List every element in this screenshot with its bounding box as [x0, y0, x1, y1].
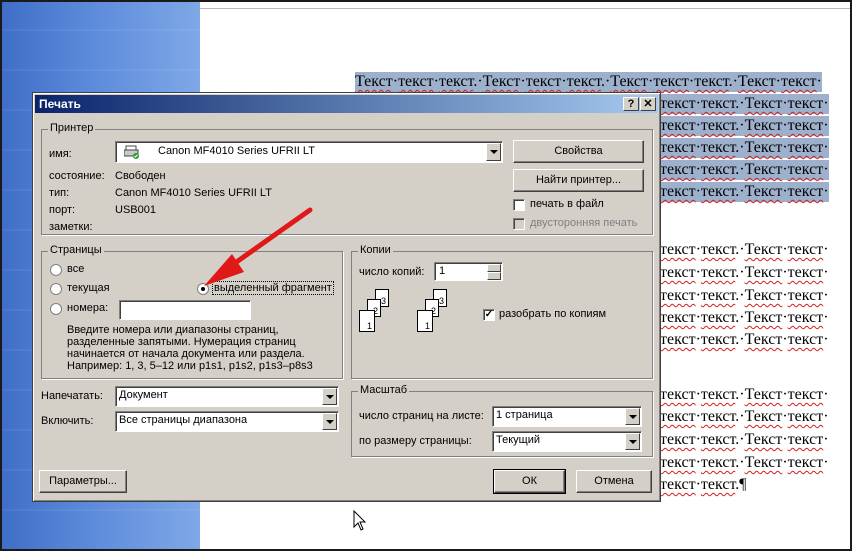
- printer-name-value: Canon MF4010 Series UFRII LT: [158, 145, 315, 157]
- duplex-checkbox[interactable]: [513, 218, 525, 230]
- selected-text-line[interactable]: текст·текст.·Текст·текст·: [660, 138, 829, 158]
- spin-up-icon[interactable]: [487, 264, 501, 272]
- pages-numbers-label[interactable]: номера:: [67, 302, 108, 314]
- pages-group-label: Страницы: [48, 244, 104, 256]
- printer-status-label: состояние:: [49, 170, 105, 182]
- page-icon: 1: [359, 310, 375, 332]
- chevron-down-icon[interactable]: [625, 408, 640, 425]
- selected-text-line[interactable]: текст·текст.·Текст·текст·: [660, 116, 829, 136]
- pages-all-label[interactable]: все: [67, 263, 84, 275]
- page-numbers-input[interactable]: [119, 300, 251, 320]
- pages-per-sheet-label: число страниц на листе:: [359, 410, 484, 422]
- include-value: Все страницы диапазона: [119, 414, 248, 426]
- scale-select[interactable]: Текущий: [492, 431, 642, 452]
- chevron-down-icon[interactable]: [322, 413, 337, 430]
- mouse-cursor-icon: [353, 510, 367, 531]
- chevron-down-icon[interactable]: [486, 143, 501, 161]
- properties-button[interactable]: Свойства: [513, 140, 644, 163]
- printer-port-label: порт:: [49, 204, 76, 216]
- pages-current-label[interactable]: текущая: [67, 282, 110, 294]
- print-to-file-label[interactable]: печать в файл: [530, 198, 604, 210]
- cancel-button[interactable]: Отмена: [576, 470, 652, 493]
- text-line[interactable]: текст·текст.·Текст·текст·: [660, 263, 829, 283]
- dialog-title: Печать: [39, 97, 81, 111]
- pages-hint-line: Например: 1, 3, 5–12 или p1s1, p1s2, p1s…: [67, 360, 313, 372]
- pages-current-radio[interactable]: [50, 283, 62, 295]
- print-dialog: Печать ? ✕ Принтер имя: Canon MF4010 Ser…: [32, 92, 661, 502]
- scale-value: Текущий: [496, 434, 540, 446]
- collate-checkbox[interactable]: ✓: [483, 309, 495, 321]
- include-select[interactable]: Все страницы диапазона: [115, 411, 339, 432]
- printer-port-value: USB001: [115, 204, 156, 216]
- selected-text-line[interactable]: Текст·текст·текст.·Текст·текст·текст.·Те…: [355, 72, 822, 92]
- copies-count-label: число копий:: [359, 266, 425, 278]
- page-top-border: [200, 8, 850, 9]
- printer-status-value: Свободен: [115, 170, 166, 182]
- selected-text-line[interactable]: текст·текст.·Текст·текст·: [660, 94, 829, 114]
- text-line[interactable]: текст·текст.·Текст·текст·: [660, 453, 829, 473]
- options-button[interactable]: Параметры...: [39, 470, 127, 493]
- duplex-label: двусторонняя печать: [530, 217, 638, 229]
- collate-icon-set-2: 3 2 1: [417, 289, 457, 341]
- screenshot-frame: Текст·текст·текст.·Текст·текст·текст.·Те…: [0, 0, 852, 551]
- text-line[interactable]: текст·текст.·Текст·текст·: [660, 385, 829, 405]
- printer-group-label: Принтер: [48, 122, 96, 134]
- pages-hint-line: разделенные запятыми. Нумерация страниц: [67, 336, 296, 348]
- selected-text-line[interactable]: текст·текст.·Текст·текст·: [660, 182, 829, 202]
- pages-numbers-radio[interactable]: [50, 303, 62, 315]
- printer-name-select[interactable]: Canon MF4010 Series UFRII LT: [115, 141, 503, 163]
- text-line[interactable]: текст·текст.·Текст·текст·: [660, 286, 829, 306]
- text-line[interactable]: текст·текст.·Текст·текст·: [660, 430, 829, 450]
- print-what-select[interactable]: Документ: [115, 386, 339, 407]
- printer-notes-label: заметки:: [49, 221, 93, 233]
- print-what-value: Документ: [119, 389, 168, 401]
- scale-label: по размеру страницы:: [359, 435, 472, 447]
- copies-group-label: Копии: [358, 244, 393, 256]
- text-line[interactable]: текст·текст.·Текст·текст·: [660, 240, 829, 260]
- text-line[interactable]: текст·текст.·Текст·текст·: [660, 330, 829, 350]
- pages-hint-line: Введите номера или диапазоны страниц,: [67, 324, 279, 336]
- zoom-group-label: Масштаб: [358, 384, 410, 396]
- selected-text-line[interactable]: текст·текст.·Текст·текст·: [660, 160, 829, 180]
- printer-name-label: имя:: [49, 148, 72, 160]
- ok-button[interactable]: ОК: [493, 469, 566, 494]
- pages-per-sheet-select[interactable]: 1 страница: [492, 406, 642, 427]
- print-to-file-checkbox[interactable]: [513, 199, 525, 211]
- dialog-titlebar[interactable]: Печать ? ✕: [35, 95, 658, 113]
- copies-count-input[interactable]: 1: [434, 262, 503, 281]
- printer-type-value: Canon MF4010 Series UFRII LT: [115, 187, 272, 199]
- help-button[interactable]: ?: [623, 97, 639, 111]
- pages-hint: Введите номера или диапазоны страниц, ра…: [67, 324, 313, 372]
- close-button[interactable]: ✕: [640, 97, 656, 111]
- printer-type-label: тип:: [49, 187, 70, 199]
- chevron-down-icon[interactable]: [322, 388, 337, 405]
- find-printer-button[interactable]: Найти принтер...: [513, 169, 644, 192]
- page-icon: 1: [417, 310, 433, 332]
- pages-per-sheet-value: 1 страница: [496, 409, 553, 421]
- include-label: Включить:: [41, 415, 94, 427]
- spin-down-icon[interactable]: [487, 272, 501, 280]
- annotation-arrow-icon: [204, 207, 313, 286]
- copies-count-value: 1: [439, 265, 446, 277]
- collate-label[interactable]: разобрать по копиям: [499, 308, 606, 320]
- chevron-down-icon[interactable]: [625, 433, 640, 450]
- pages-all-radio[interactable]: [50, 264, 62, 276]
- printer-icon: [123, 145, 140, 159]
- text-line[interactable]: текст·текст.¶: [660, 475, 747, 495]
- text-line[interactable]: текст·текст.·Текст·текст·: [660, 308, 829, 328]
- pages-hint-line: начинается от начала документа или разде…: [67, 348, 305, 360]
- text-line[interactable]: текст·текст.·Текст·текст·: [660, 407, 829, 427]
- collate-icon-set-1: 3 2 1: [359, 289, 399, 341]
- print-what-label: Напечатать:: [41, 390, 103, 402]
